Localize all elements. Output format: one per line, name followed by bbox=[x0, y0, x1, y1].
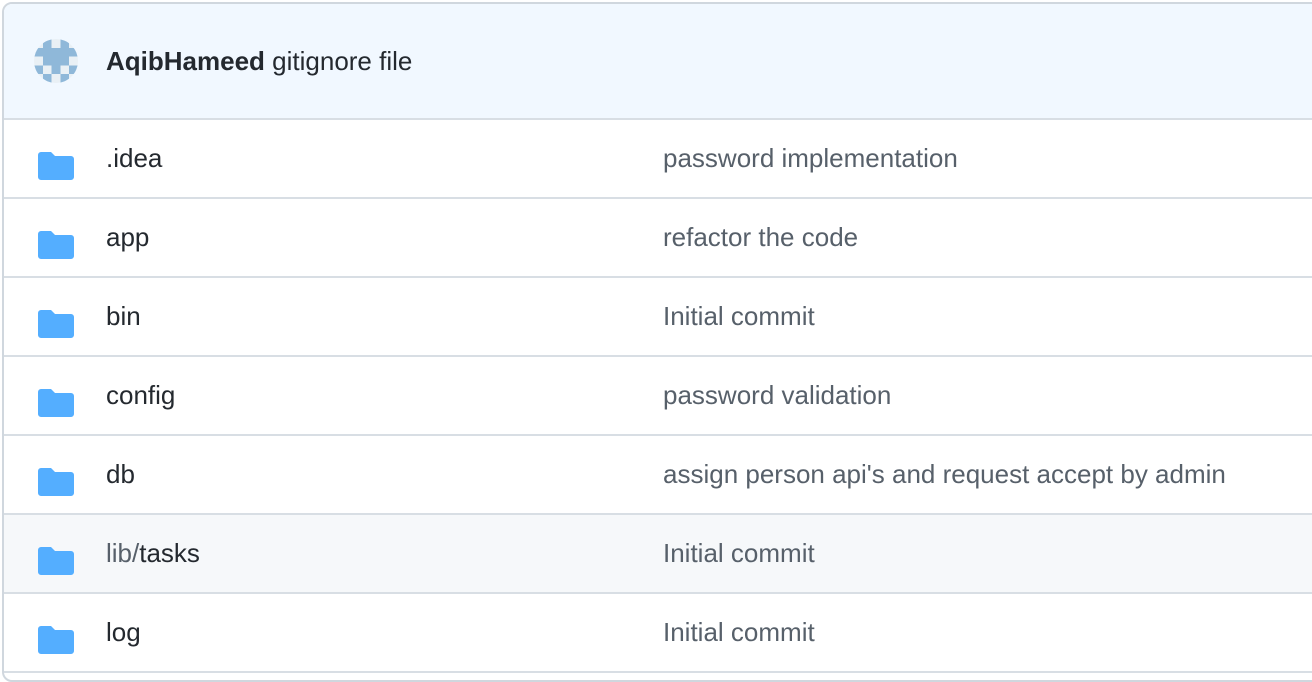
file-name-main: .idea bbox=[106, 143, 163, 173]
commit-message-link[interactable]: gitignore file bbox=[272, 46, 412, 76]
file-name-link[interactable]: bin bbox=[106, 278, 141, 355]
file-name-link[interactable]: app bbox=[106, 199, 149, 276]
file-row-app[interactable]: app refactor the code bbox=[4, 199, 1312, 278]
file-commit-message-link[interactable]: password validation bbox=[663, 357, 891, 434]
folder-icon bbox=[38, 229, 74, 259]
author-avatar[interactable] bbox=[34, 39, 78, 83]
file-commit-message-link[interactable]: Initial commit bbox=[663, 278, 815, 355]
file-name-link[interactable]: config bbox=[106, 357, 175, 434]
folder-icon bbox=[38, 624, 74, 654]
folder-icon bbox=[38, 150, 74, 180]
folder-icon bbox=[38, 466, 74, 496]
file-browser: AqibHameed gitignore file .idea password… bbox=[2, 2, 1312, 682]
file-name-main: db bbox=[106, 459, 135, 489]
file-commit-message-link[interactable]: refactor the code bbox=[663, 199, 858, 276]
file-name-link[interactable]: db bbox=[106, 436, 135, 513]
file-name-link[interactable]: lib/tasks bbox=[106, 515, 200, 592]
file-row-bin[interactable]: bin Initial commit bbox=[4, 278, 1312, 357]
latest-commit-bar: AqibHameed gitignore file bbox=[4, 4, 1312, 120]
file-name-link[interactable]: .idea bbox=[106, 120, 162, 197]
file-commit-message-link[interactable]: Initial commit bbox=[663, 515, 815, 592]
folder-icon bbox=[38, 545, 74, 575]
file-row-idea[interactable]: .idea password implementation bbox=[4, 120, 1312, 199]
identicon-avatar-icon bbox=[34, 39, 78, 83]
file-name-prefix: lib/ bbox=[106, 538, 140, 568]
file-commit-message-link[interactable]: assign person api's and request accept b… bbox=[663, 436, 1226, 513]
file-name-main: tasks bbox=[139, 538, 200, 568]
latest-commit-text: AqibHameed gitignore file bbox=[106, 46, 412, 77]
file-row-tasks[interactable]: lib/tasks Initial commit bbox=[4, 515, 1312, 594]
file-name-main: config bbox=[106, 380, 176, 410]
commit-author-link[interactable]: AqibHameed bbox=[106, 46, 265, 76]
file-name-link[interactable]: log bbox=[106, 594, 141, 671]
file-commit-message-link[interactable]: Initial commit bbox=[663, 594, 815, 671]
folder-icon bbox=[38, 387, 74, 417]
file-commit-message-link[interactable]: password implementation bbox=[663, 120, 958, 197]
file-row-log[interactable]: log Initial commit bbox=[4, 594, 1312, 673]
file-name-main: bin bbox=[106, 301, 141, 331]
file-name-main: log bbox=[106, 617, 141, 647]
file-list: .idea password implementation app refact… bbox=[4, 120, 1312, 673]
file-row-db[interactable]: db assign person api's and request accep… bbox=[4, 436, 1312, 515]
folder-icon bbox=[38, 308, 74, 338]
file-row-config[interactable]: config password validation bbox=[4, 357, 1312, 436]
file-name-main: app bbox=[106, 222, 150, 252]
